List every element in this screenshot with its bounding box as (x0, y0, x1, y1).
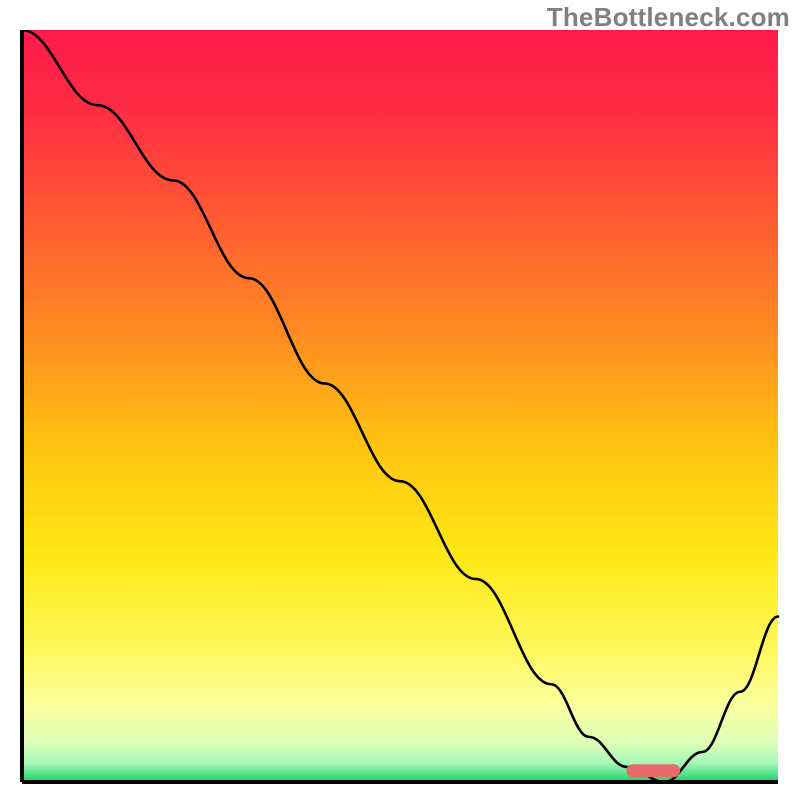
watermark-text: TheBottleneck.com (547, 2, 790, 33)
chart-container: TheBottleneck.com (0, 0, 800, 800)
optimum-marker (627, 765, 680, 777)
plot-area (18, 30, 782, 790)
chart-svg (18, 30, 782, 790)
